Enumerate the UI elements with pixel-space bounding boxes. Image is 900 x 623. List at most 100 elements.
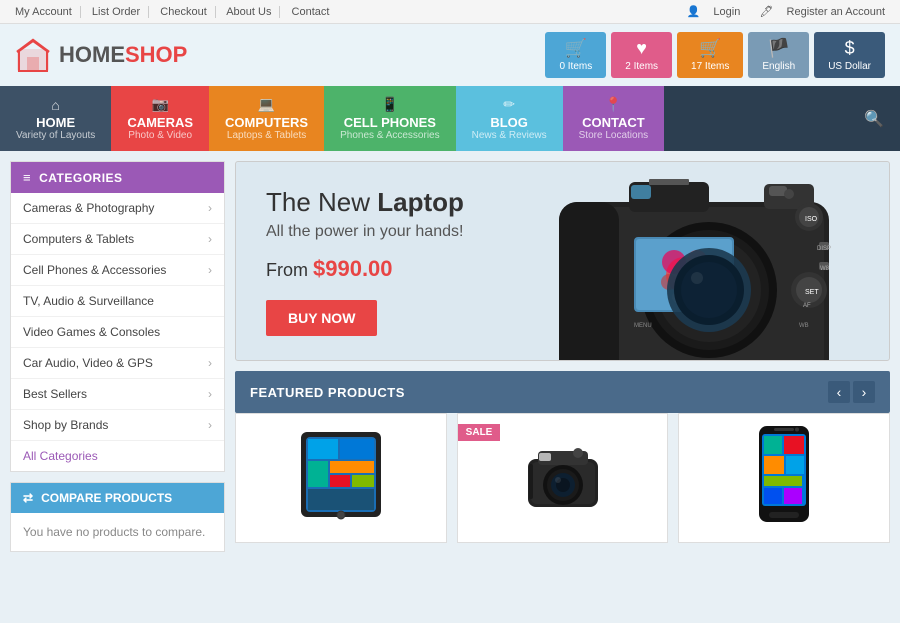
link-contact[interactable]: Contact <box>292 6 338 18</box>
tablet-svg <box>296 427 386 522</box>
product-card-phone[interactable] <box>678 413 890 543</box>
cat-car-audio[interactable]: Car Audio, Video & GPS <box>11 348 224 379</box>
cat-computers[interactable]: Computers & Tablets <box>11 224 224 255</box>
link-about-us[interactable]: About Us <box>226 6 280 18</box>
cat-games[interactable]: Video Games & Consoles <box>11 317 224 348</box>
compare-panel: ⇄ COMPARE PRODUCTS You have no products … <box>10 482 225 552</box>
cat-brands[interactable]: Shop by Brands <box>11 410 224 441</box>
compare-icon: ⇄ <box>23 491 33 505</box>
top-bar-links: My Account List Order Checkout About Us … <box>15 6 345 18</box>
nav-computers-label: COMPUTERS <box>225 115 308 130</box>
cart-label: 0 Items <box>559 61 592 72</box>
featured-nav: ‹ › <box>828 381 875 403</box>
banner-text: The New Laptop All the power in your han… <box>236 161 494 361</box>
compare-empty-text: You have no products to compare. <box>11 513 224 551</box>
link-list-order[interactable]: List Order <box>92 6 149 18</box>
svg-text:ISO: ISO <box>805 216 818 223</box>
link-checkout[interactable]: Checkout <box>160 6 215 18</box>
checkout-button[interactable]: 🛒 17 Items <box>677 32 743 78</box>
featured-prev-button[interactable]: ‹ <box>828 381 850 403</box>
banner-price: From $990.00 <box>266 256 464 282</box>
nav-cameras[interactable]: 📷 CAMERAS Photo & Video <box>111 86 209 151</box>
product-card-camera[interactable]: SALE <box>457 413 669 543</box>
featured-header: FEATURED PRODUCTS ‹ › <box>235 371 890 413</box>
logo[interactable]: HOMESHOP <box>15 37 187 73</box>
flag-icon: 🏴 <box>768 38 790 59</box>
cart-button[interactable]: 🛒 0 Items <box>545 32 606 78</box>
navigation: ⌂ HOME Variety of Layouts 📷 CAMERAS Phot… <box>0 86 900 151</box>
wishlist-button[interactable]: ♥ 2 Items <box>611 32 672 78</box>
contact-nav-icon: 📍 <box>605 96 622 113</box>
svg-text:MENU: MENU <box>634 323 652 329</box>
nav-contact[interactable]: 📍 CONTACT Store Locations <box>563 86 665 151</box>
register-link[interactable]: 🖊 Register an Account <box>753 6 885 18</box>
nav-cellphones[interactable]: 📱 CELL PHONES Phones & Accessories <box>324 86 456 151</box>
nav-cellphones-label: CELL PHONES <box>344 115 436 130</box>
banner-title-start: The New <box>266 187 377 217</box>
phone-nav-icon: 📱 <box>381 96 398 113</box>
svg-text:W8: W8 <box>820 266 830 272</box>
products-row: SALE <box>235 413 890 543</box>
nav-computers[interactable]: 💻 COMPUTERS Laptops & Tablets <box>209 86 324 151</box>
nav-cellphones-sub: Phones & Accessories <box>340 130 440 141</box>
nav-search-button[interactable]: 🔍 <box>848 86 900 151</box>
checkout-icon: 🛒 <box>699 38 721 59</box>
link-my-account[interactable]: My Account <box>15 6 81 18</box>
featured-next-button[interactable]: › <box>853 381 875 403</box>
product-card-tablet[interactable] <box>235 413 447 543</box>
featured-title: FEATURED PRODUCTS <box>250 385 405 400</box>
categories-panel: ≡ CATEGORIES Cameras & Photography Compu… <box>10 161 225 472</box>
language-button[interactable]: 🏴 English <box>748 32 809 78</box>
cart-icon: 🛒 <box>565 38 587 59</box>
cat-phones[interactable]: Cell Phones & Accessories <box>11 255 224 286</box>
cat-cameras[interactable]: Cameras & Photography <box>11 193 224 224</box>
nav-computers-sub: Laptops & Tablets <box>227 130 306 141</box>
header-icon-group: 🛒 0 Items ♥ 2 Items 🛒 17 Items 🏴 English… <box>545 32 885 78</box>
banner-title-bold: Laptop <box>377 187 464 217</box>
nav-cameras-label: CAMERAS <box>127 115 193 130</box>
product-phone-image <box>689 424 879 524</box>
svg-text:WB: WB <box>799 323 809 329</box>
main-content: ≡ CATEGORIES Cameras & Photography Compu… <box>0 151 900 623</box>
all-categories-link[interactable]: All Categories <box>11 441 224 471</box>
compare-header: ⇄ COMPARE PRODUCTS <box>11 483 224 513</box>
top-bar: My Account List Order Checkout About Us … <box>0 0 900 24</box>
banner-title: The New Laptop <box>266 187 464 218</box>
heart-icon: ♥ <box>636 38 647 59</box>
nav-home-label: HOME <box>36 115 75 130</box>
featured-section: FEATURED PRODUCTS ‹ › <box>235 371 890 543</box>
top-bar-auth: 👤 Login 🖊 Register an Account <box>677 5 885 18</box>
banner-camera-image: ISO DISP W8 SET AF MENU WB <box>479 161 890 361</box>
svg-text:AF: AF <box>803 303 811 309</box>
compare-title: COMPARE PRODUCTS <box>41 491 172 505</box>
nav-blog-label: BLOG <box>490 115 528 130</box>
login-link[interactable]: Login <box>713 6 740 18</box>
checkout-label: 17 Items <box>691 61 729 72</box>
computer-nav-icon: 💻 <box>258 96 275 113</box>
cat-best-sellers[interactable]: Best Sellers <box>11 379 224 410</box>
svg-text:SET: SET <box>805 289 819 296</box>
phone-svg <box>754 424 814 524</box>
camera-svg: ISO DISP W8 SET AF MENU WB <box>479 161 879 361</box>
nav-blog-sub: News & Reviews <box>472 130 547 141</box>
home-icon: ⌂ <box>51 97 59 113</box>
buy-now-button[interactable]: BUY NOW <box>266 300 377 336</box>
logo-icon <box>15 37 51 73</box>
banner-subtitle: All the power in your hands! <box>266 223 464 241</box>
wishlist-label: 2 Items <box>625 61 658 72</box>
content-area: The New Laptop All the power in your han… <box>235 161 890 613</box>
product-tablet-image <box>246 424 436 524</box>
nav-cameras-sub: Photo & Video <box>128 130 192 141</box>
logo-text: HOMESHOP <box>59 42 187 68</box>
blog-nav-icon: ✏ <box>503 96 515 113</box>
currency-button[interactable]: $ US Dollar <box>814 32 885 78</box>
sale-badge: SALE <box>458 424 501 441</box>
svg-text:DISP: DISP <box>817 246 831 252</box>
categories-title: CATEGORIES <box>39 171 122 185</box>
cat-tv[interactable]: TV, Audio & Surveillance <box>11 286 224 317</box>
nav-home[interactable]: ⌂ HOME Variety of Layouts <box>0 86 111 151</box>
nav-blog[interactable]: ✏ BLOG News & Reviews <box>456 86 563 151</box>
categories-icon: ≡ <box>23 170 31 185</box>
language-label: English <box>762 61 795 72</box>
categories-header: ≡ CATEGORIES <box>11 162 224 193</box>
